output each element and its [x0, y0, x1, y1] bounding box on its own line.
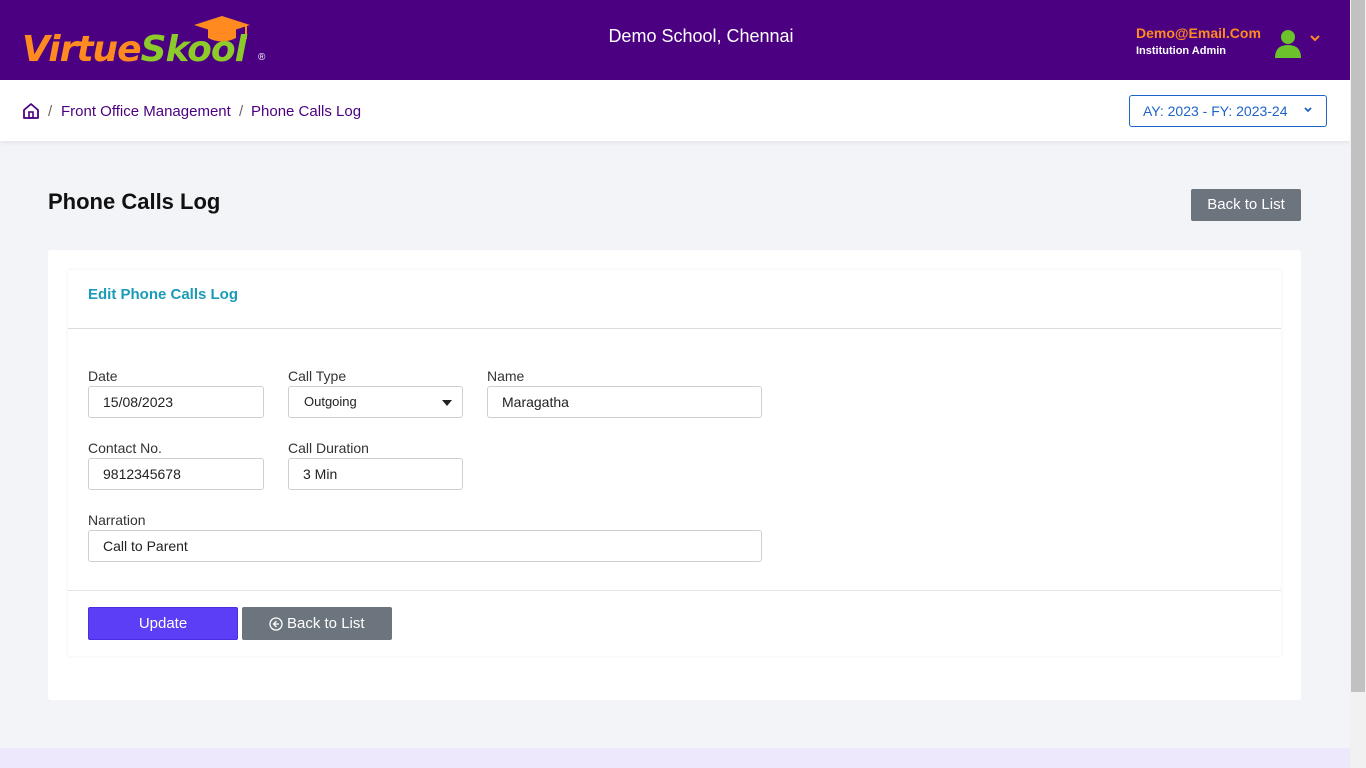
divider	[68, 328, 1281, 329]
call-type-select[interactable]: Outgoing	[288, 386, 463, 418]
call-type-label: Call Type	[288, 368, 347, 384]
logo-wordmark: VirtueSkool	[22, 28, 247, 72]
name-label: Name	[487, 368, 525, 384]
virtueskool-logo[interactable]: VirtueSkool ®	[22, 14, 272, 70]
date-field[interactable]	[88, 386, 264, 418]
academic-year-select[interactable]: AY: 2023 - FY: 2023-24	[1129, 95, 1327, 127]
user-email[interactable]: Demo@Email.Com	[1136, 25, 1261, 41]
form-title: Edit Phone Calls Log	[88, 286, 239, 303]
call-duration-field[interactable]	[288, 458, 463, 490]
back-to-list-label: Back to List	[287, 615, 365, 632]
breadcrumb-phone-calls-log[interactable]: Phone Calls Log	[251, 103, 361, 120]
call-duration-label: Call Duration	[288, 440, 369, 456]
arrow-left-circle-icon	[269, 617, 283, 631]
page-title: Phone Calls Log	[48, 189, 221, 214]
date-label: Date	[88, 368, 118, 384]
name-field[interactable]	[487, 386, 762, 418]
update-button[interactable]: Update	[88, 607, 238, 640]
back-to-list-button[interactable]: Back to List	[242, 607, 392, 640]
chevron-down-icon[interactable]	[1309, 32, 1321, 44]
breadcrumb-separator: /	[48, 103, 53, 120]
home-icon[interactable]	[22, 102, 40, 120]
logo-virtue-text: Virtue	[22, 29, 142, 70]
narration-label: Narration	[88, 512, 146, 528]
contact-no-field[interactable]	[88, 458, 264, 490]
caret-down-icon	[442, 400, 452, 406]
breadcrumb-separator: /	[239, 103, 244, 120]
breadcrumb-front-office[interactable]: Front Office Management	[61, 103, 231, 120]
divider	[68, 590, 1281, 591]
footer-strip	[0, 748, 1350, 768]
user-avatar-icon[interactable]	[1274, 28, 1302, 58]
registered-mark: ®	[258, 52, 266, 63]
user-role: Institution Admin	[1136, 45, 1227, 57]
narration-field[interactable]	[88, 530, 762, 562]
school-name: Demo School, Chennai	[608, 26, 794, 46]
contact-no-label: Contact No.	[88, 440, 162, 456]
scrollbar-thumb[interactable]	[1351, 0, 1365, 692]
logo-skool-text: Skool	[140, 29, 247, 70]
chevron-down-icon	[1304, 107, 1312, 113]
back-to-list-button[interactable]: Back to List	[1191, 189, 1301, 221]
